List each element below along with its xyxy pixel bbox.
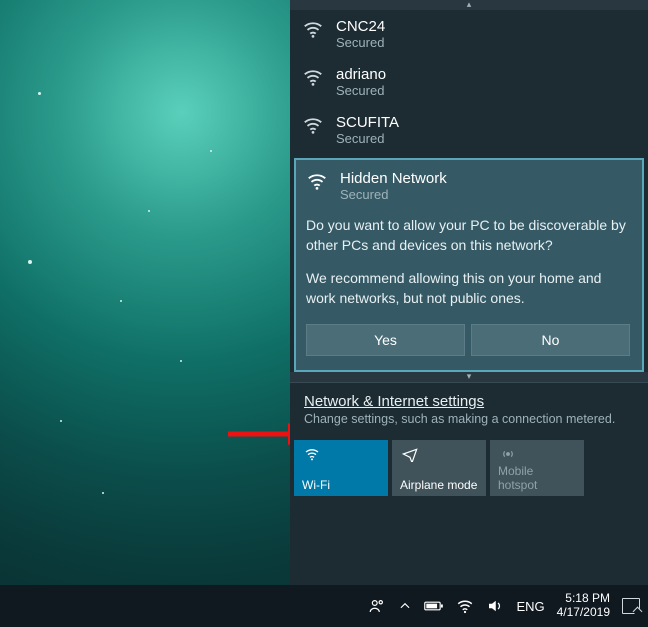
taskbar: ENG 5:18 PM 4/17/2019 <box>0 585 648 627</box>
action-center-icon[interactable] <box>622 598 640 614</box>
mobile-hotspot-tile[interactable]: Mobile hotspot <box>490 440 584 496</box>
network-status: Secured <box>336 35 385 50</box>
wifi-icon <box>302 66 324 88</box>
network-settings-sub: Change settings, such as making a connec… <box>304 412 634 426</box>
network-list: CNC24 Secured adriano Secured SCUFITA Se… <box>290 10 648 372</box>
tile-label: Mobile hotspot <box>498 464 576 492</box>
yes-button[interactable]: Yes <box>306 324 465 356</box>
network-flyout: ▴ CNC24 Secured adriano Secured <box>290 0 648 585</box>
airplane-icon <box>400 446 478 462</box>
hotspot-icon <box>498 446 576 462</box>
prompt-text: Do you want to allow your PC to be disco… <box>306 216 630 255</box>
network-status: Secured <box>336 131 399 146</box>
network-status: Secured <box>340 187 447 202</box>
tile-label: Wi-Fi <box>302 478 380 492</box>
volume-icon[interactable] <box>486 597 504 615</box>
taskbar-clock[interactable]: 5:18 PM 4/17/2019 <box>557 592 610 620</box>
scroll-down-button[interactable]: ▾ <box>290 372 648 382</box>
clock-date: 4/17/2019 <box>557 606 610 620</box>
wifi-icon[interactable] <box>456 597 474 615</box>
airplane-mode-tile[interactable]: Airplane mode <box>392 440 486 496</box>
language-indicator[interactable]: ENG <box>516 599 544 614</box>
wifi-icon <box>306 170 328 192</box>
wifi-icon <box>302 114 324 136</box>
network-status: Secured <box>336 83 386 98</box>
wifi-icon <box>302 446 380 462</box>
battery-icon[interactable] <box>424 599 444 613</box>
tile-label: Airplane mode <box>400 478 478 492</box>
clock-time: 5:18 PM <box>557 592 610 606</box>
network-settings-link[interactable]: Network & Internet settings <box>304 393 634 410</box>
no-button[interactable]: No <box>471 324 630 356</box>
network-item[interactable]: SCUFITA Secured <box>290 106 648 154</box>
chevron-up-icon[interactable] <box>398 599 412 613</box>
wifi-tile[interactable]: Wi-Fi <box>294 440 388 496</box>
network-name: SCUFITA <box>336 114 399 131</box>
quick-tiles: Wi-Fi Airplane mode Mobile hotspot <box>290 434 648 500</box>
system-tray: ENG 5:18 PM 4/17/2019 <box>368 592 640 620</box>
people-icon[interactable] <box>368 597 386 615</box>
network-item-selected[interactable]: Hidden Network Secured Do you want to al… <box>294 158 644 372</box>
network-name: CNC24 <box>336 18 385 35</box>
network-name: adriano <box>336 66 386 83</box>
network-item[interactable]: CNC24 Secured <box>290 10 648 58</box>
network-name: Hidden Network <box>340 170 447 187</box>
discoverability-prompt: Do you want to allow your PC to be disco… <box>306 216 630 308</box>
prompt-text: We recommend allowing this on your home … <box>306 269 630 308</box>
network-settings-section: Network & Internet settings Change setti… <box>290 382 648 434</box>
scroll-up-button[interactable]: ▴ <box>290 0 648 10</box>
network-item[interactable]: adriano Secured <box>290 58 648 106</box>
wifi-icon <box>302 18 324 40</box>
